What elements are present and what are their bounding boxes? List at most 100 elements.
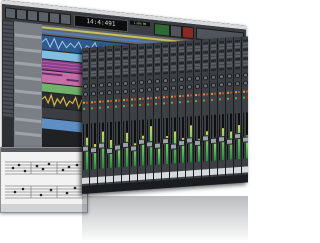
volume-fader[interactable] <box>146 141 153 148</box>
insert-slot[interactable] <box>83 59 88 62</box>
volume-fader[interactable] <box>242 135 248 143</box>
volume-fader[interactable] <box>154 142 161 149</box>
channel-strip[interactable] <box>146 42 154 190</box>
pan-knob[interactable] <box>171 77 176 83</box>
input-button[interactable] <box>147 103 149 106</box>
volume-fader[interactable] <box>106 147 113 155</box>
insert-slot[interactable] <box>91 77 96 80</box>
send-knob[interactable] <box>131 88 136 94</box>
record-arm-button[interactable] <box>134 104 136 107</box>
channel-strip[interactable] <box>154 42 162 189</box>
mute-button[interactable] <box>110 99 112 103</box>
insert-slot[interactable] <box>187 70 192 73</box>
pan-knob[interactable] <box>83 83 88 89</box>
insert-slot[interactable] <box>163 59 168 63</box>
mute-button[interactable] <box>166 95 168 99</box>
mute-button[interactable] <box>102 100 104 103</box>
mute-button[interactable] <box>182 94 184 98</box>
mute-button[interactable] <box>126 98 128 101</box>
channel-strip[interactable] <box>122 44 130 192</box>
mute-button[interactable] <box>238 90 240 94</box>
send-knob[interactable] <box>107 89 112 96</box>
send-knob[interactable] <box>147 87 152 93</box>
input-button[interactable] <box>211 98 213 101</box>
volume-fader[interactable] <box>234 133 241 140</box>
volume-fader[interactable] <box>98 142 105 149</box>
insert-slot[interactable] <box>83 53 88 56</box>
insert-slot[interactable] <box>211 68 216 71</box>
send-knob[interactable] <box>211 82 216 88</box>
insert-slot[interactable] <box>155 72 160 75</box>
insert-slot[interactable] <box>83 56 88 59</box>
insert-slot[interactable] <box>83 65 88 68</box>
channel-strip[interactable] <box>90 46 98 194</box>
solo-button[interactable] <box>235 91 237 94</box>
insert-slot[interactable] <box>179 70 184 74</box>
send-knob[interactable] <box>187 84 192 90</box>
pan-knob[interactable] <box>163 77 168 84</box>
channel-strip[interactable] <box>210 38 218 186</box>
record-arm-button[interactable] <box>182 100 184 104</box>
insert-slot[interactable] <box>123 65 128 69</box>
mute-button[interactable] <box>134 98 136 101</box>
volume-fader[interactable] <box>210 137 217 145</box>
insert-slot[interactable] <box>123 62 128 66</box>
input-button[interactable] <box>163 102 165 105</box>
mute-button[interactable] <box>86 101 88 104</box>
record-arm-button[interactable] <box>102 106 104 109</box>
input-button[interactable] <box>203 99 205 102</box>
solo-button[interactable] <box>99 100 101 103</box>
pan-knob[interactable] <box>219 74 224 80</box>
insert-slot[interactable] <box>163 68 168 72</box>
insert-slot[interactable] <box>163 44 168 48</box>
channel-strip[interactable] <box>242 36 248 183</box>
volume-fader[interactable] <box>226 138 233 146</box>
insert-slot[interactable] <box>123 74 128 78</box>
solo-button[interactable] <box>211 92 213 95</box>
pan-knob[interactable] <box>147 79 152 85</box>
record-arm-button[interactable] <box>126 104 128 107</box>
insert-slot[interactable] <box>83 68 88 71</box>
record-arm-button[interactable] <box>222 98 224 101</box>
insert-slot[interactable] <box>123 50 128 54</box>
solo-button[interactable] <box>227 91 229 94</box>
record-arm-button[interactable] <box>150 103 152 106</box>
tool-button[interactable] <box>38 10 49 23</box>
volume-fader[interactable] <box>122 141 129 148</box>
solo-button[interactable] <box>187 94 189 97</box>
stop-icon[interactable] <box>170 24 182 38</box>
send-knob[interactable] <box>123 88 128 95</box>
pan-knob[interactable] <box>243 72 248 78</box>
insert-slot[interactable] <box>147 73 152 76</box>
pan-knob[interactable] <box>179 76 184 83</box>
pan-knob[interactable] <box>235 72 240 79</box>
send-knob[interactable] <box>91 91 96 97</box>
send-knob[interactable] <box>83 91 88 97</box>
send-knob[interactable] <box>243 80 248 86</box>
volume-fader[interactable] <box>218 136 225 143</box>
insert-slot[interactable] <box>243 66 248 69</box>
insert-slot[interactable] <box>123 53 128 57</box>
tool-button[interactable] <box>27 9 38 22</box>
record-arm-button[interactable] <box>110 105 112 109</box>
insert-slot[interactable] <box>83 74 88 77</box>
insert-slot[interactable] <box>123 71 128 75</box>
channel-strip[interactable] <box>170 41 178 188</box>
insert-slot[interactable] <box>123 68 128 72</box>
tool-button[interactable] <box>5 7 16 20</box>
record-arm-button[interactable] <box>94 107 96 110</box>
record-arm-button[interactable] <box>214 98 216 101</box>
send-knob[interactable] <box>179 84 184 91</box>
input-button[interactable] <box>219 98 221 101</box>
mute-button[interactable] <box>174 95 176 98</box>
pan-knob[interactable] <box>99 82 104 88</box>
insert-slot[interactable] <box>163 62 168 66</box>
input-button[interactable] <box>107 106 109 109</box>
insert-slot[interactable] <box>163 71 168 75</box>
volume-fader[interactable] <box>202 134 209 142</box>
channel-strip[interactable] <box>106 45 114 193</box>
input-button[interactable] <box>83 107 85 110</box>
input-button[interactable] <box>171 101 173 104</box>
insert-slot[interactable] <box>163 50 168 54</box>
send-knob[interactable] <box>155 86 160 92</box>
